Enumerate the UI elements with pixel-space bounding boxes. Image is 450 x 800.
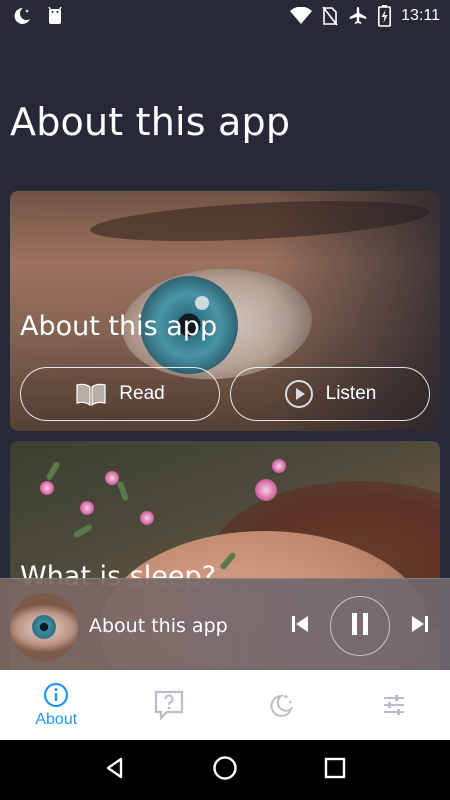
- listen-label: Listen: [325, 383, 377, 404]
- card-image-flower: [40, 481, 54, 495]
- moon-stars-icon: [267, 691, 295, 719]
- tab-faq[interactable]: [113, 670, 226, 740]
- mini-player[interactable]: About this app: [0, 578, 450, 670]
- status-bar: 13:11: [0, 0, 450, 32]
- recents-icon[interactable]: [323, 756, 347, 785]
- card-actions: Read Listen: [20, 367, 430, 421]
- card-image-leaf: [72, 523, 94, 539]
- read-button[interactable]: Read: [20, 367, 220, 421]
- system-nav-bar: [0, 740, 450, 800]
- wifi-icon: [290, 7, 313, 25]
- card-image-leaf: [116, 480, 130, 502]
- question-icon: [153, 689, 185, 721]
- battery-icon: [378, 5, 392, 27]
- home-icon[interactable]: [212, 755, 238, 786]
- page-title: About this app: [10, 100, 291, 144]
- no-sim-icon: [322, 6, 338, 26]
- card-image-flower: [80, 501, 94, 515]
- tab-sleep[interactable]: [225, 670, 338, 740]
- pause-icon: [348, 611, 372, 642]
- night-mode-icon: [12, 6, 32, 26]
- skip-previous-icon: [288, 612, 312, 641]
- player-title: About this app: [89, 615, 228, 637]
- tab-settings[interactable]: [338, 670, 450, 740]
- book-icon: [75, 381, 107, 407]
- listen-button[interactable]: Listen: [230, 367, 430, 421]
- pause-button[interactable]: [330, 596, 390, 656]
- card-image-flower: [140, 511, 154, 525]
- sliders-icon: [381, 692, 407, 718]
- play-circle-icon: [284, 379, 314, 409]
- bottom-tab-bar: About: [0, 670, 450, 740]
- status-time: 13:11: [401, 7, 440, 24]
- card-image-flower: [105, 471, 119, 485]
- info-icon: [43, 682, 69, 708]
- about-card[interactable]: About this app Read Listen: [10, 191, 440, 431]
- card-image-flower: [255, 479, 277, 501]
- back-icon[interactable]: [103, 756, 127, 785]
- android-icon: [46, 7, 64, 25]
- next-button[interactable]: [405, 611, 435, 641]
- card-image-flower: [272, 459, 286, 473]
- player-thumbnail: [10, 593, 78, 661]
- tab-about-label: About: [35, 710, 78, 728]
- airplane-icon: [348, 6, 368, 26]
- player-thumbnail-iris: [32, 615, 56, 639]
- previous-button[interactable]: [285, 611, 315, 641]
- card-image-leaf: [45, 460, 61, 482]
- tab-about[interactable]: About: [0, 670, 113, 740]
- read-label: Read: [119, 383, 165, 404]
- card-title: About this app: [20, 311, 218, 342]
- skip-next-icon: [408, 612, 432, 641]
